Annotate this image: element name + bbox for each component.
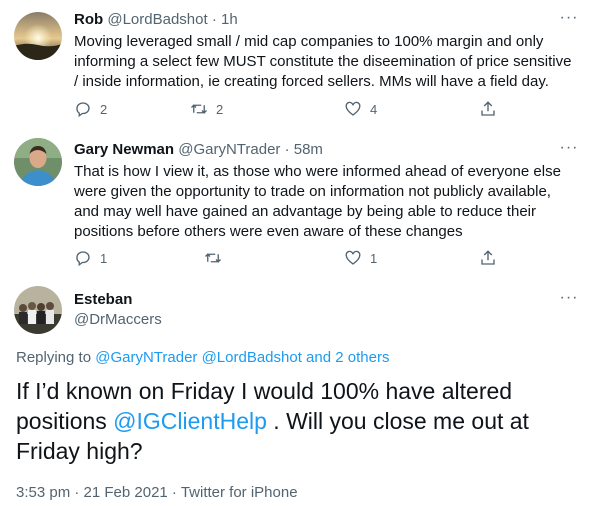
replying-to-user-rob[interactable]: @LordBadshot	[202, 349, 302, 366]
like-button[interactable]: 1	[344, 248, 377, 268]
tweet-timestamp-source[interactable]: 3:53 pm · 21 Feb 2021 · Twitter for iPho…	[16, 483, 298, 503]
tweet-time[interactable]: · 1h	[212, 11, 238, 28]
avatar-group-photo	[14, 286, 62, 334]
main-tweet-text: If I’d known on Friday I would 100% have…	[16, 376, 576, 466]
tweet-gary-newman[interactable]: Gary Newman @GaryNTrader · 58m ··· That …	[0, 130, 595, 278]
tweet-actions: 1 1	[74, 248, 504, 268]
like-button[interactable]: 4	[344, 99, 377, 119]
heart-icon	[345, 101, 361, 116]
reply-icon	[76, 102, 90, 118]
share-button[interactable]	[479, 248, 497, 268]
reply-icon	[76, 251, 90, 267]
user-handle[interactable]: @LordBadshot	[107, 11, 207, 28]
replying-to-label: Replying to	[16, 349, 92, 366]
replying-to-others[interactable]: and 2 others	[306, 349, 389, 366]
replying-to: Replying to @GaryNTrader @LordBadshot an…	[16, 348, 389, 368]
like-count: 1	[370, 250, 378, 266]
retweet-button[interactable]: 2	[190, 99, 223, 119]
tweet-time[interactable]: · 58m	[285, 141, 323, 158]
tweet-text: That is how I view it, as those who were…	[74, 163, 561, 240]
retweet-count: 2	[216, 101, 224, 117]
avatar[interactable]	[14, 286, 62, 334]
more-horizontal-icon[interactable]: ···	[559, 290, 579, 312]
share-icon	[481, 250, 495, 265]
avatar-photo	[14, 138, 62, 186]
tweet-rob[interactable]: Rob @LordBadshot · 1h ··· Moving leverag…	[0, 0, 595, 130]
reply-button[interactable]: 1	[74, 248, 107, 268]
reply-count: 2	[100, 101, 108, 117]
replying-to-user-gary[interactable]: @GaryNTrader	[95, 349, 197, 366]
heart-icon	[345, 250, 361, 265]
reply-count: 1	[100, 250, 108, 266]
retweet-icon	[205, 253, 221, 263]
user-handle[interactable]: @GaryNTrader	[178, 141, 280, 158]
avatar-sunset-image	[14, 12, 62, 60]
avatar[interactable]	[14, 12, 62, 60]
mention-igclienthelp[interactable]: @IGClientHelp	[113, 408, 267, 434]
tweet-header: Gary Newman @GaryNTrader · 58m	[74, 140, 323, 160]
display-name[interactable]: Gary Newman	[74, 141, 174, 158]
retweet-icon	[191, 104, 207, 114]
more-horizontal-icon[interactable]: ···	[559, 10, 579, 32]
share-button[interactable]	[479, 99, 497, 119]
tweet-actions: 2 2 4	[74, 99, 504, 119]
avatar[interactable]	[14, 138, 62, 186]
retweet-button[interactable]	[204, 248, 230, 268]
like-count: 4	[370, 101, 378, 117]
share-icon	[481, 101, 495, 116]
user-handle[interactable]: @DrMaccers	[74, 310, 162, 330]
reply-button[interactable]: 2	[74, 99, 107, 119]
display-name[interactable]: Esteban	[74, 290, 132, 310]
display-name[interactable]: Rob	[74, 11, 103, 28]
tweet-text: Moving leveraged small / mid cap compani…	[74, 33, 572, 90]
tweet-header: Rob @LordBadshot · 1h	[74, 10, 238, 30]
more-horizontal-icon[interactable]: ···	[559, 140, 579, 162]
